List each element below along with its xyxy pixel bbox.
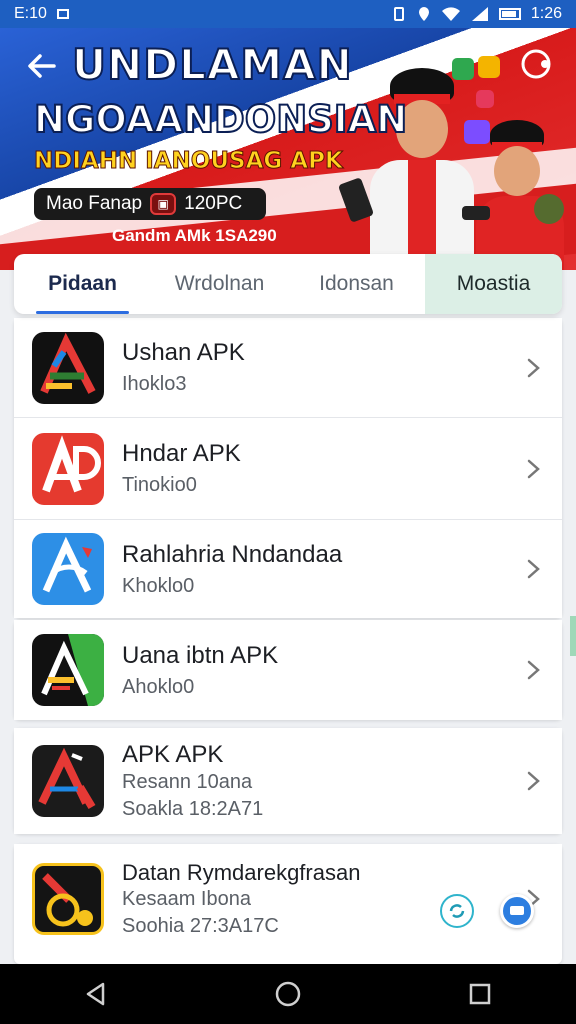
refresh-button[interactable]: [440, 894, 474, 928]
hero-subtitle: NDIAHN IANOUSAG APK: [34, 148, 344, 175]
app-icon: [32, 331, 104, 404]
pill-value: 120PC: [184, 193, 243, 214]
chevron-right-icon: [527, 559, 540, 579]
app-meta: Resann 10ana: [122, 771, 253, 793]
nav-back-icon[interactable]: [81, 979, 111, 1009]
wifi-icon: [441, 7, 460, 21]
app-group-card: Ushan APK Ihoklo3 Hndar APK Tinokio0 Rah…: [14, 318, 562, 618]
pill-badge-icon: ▣: [150, 193, 177, 215]
list-item[interactable]: Rahlahria Nndandaa Khoklo0: [14, 520, 562, 618]
app-card: Datan Rymdarekgfrasan Kesaam Ibona Soohi…: [14, 844, 562, 964]
sticker-icon: [534, 194, 564, 224]
sticker-icon: [478, 56, 500, 78]
notification-icon: [56, 9, 69, 19]
app-name: Hndar APK: [122, 440, 241, 467]
app-icon: [32, 863, 104, 935]
hero-info-pill: Mao Fanap ▣ 120PC: [34, 188, 266, 220]
scroll-indicator[interactable]: [570, 616, 576, 656]
share-icon: [521, 49, 551, 79]
app-name: Uana ibtn APK: [122, 641, 279, 669]
hero-footer-text: Gandm AMk 1SA290: [112, 226, 277, 245]
app-name: APK APK: [122, 741, 224, 768]
list-item[interactable]: Datan Rymdarekgfrasan Kesaam Ibona Soohi…: [14, 844, 562, 954]
chevron-right-icon: [527, 459, 540, 478]
app-icon: [32, 533, 104, 605]
tab-bar: Pidaan Wrdolnan Idonsan Moastia: [14, 254, 562, 314]
chevron-right-icon: [527, 771, 540, 791]
back-arrow-icon: [28, 54, 56, 78]
refresh-icon: [449, 904, 465, 918]
app-meta: Ahoklo0: [122, 675, 195, 698]
app-meta: Khoklo0: [122, 574, 195, 597]
nav-home-icon[interactable]: [273, 979, 303, 1009]
app-icon: [32, 634, 104, 706]
hero-title-line1: UNDLAMAN: [71, 39, 353, 90]
app-list: Ushan APK Ihoklo3 Hndar APK Tinokio0 Rah…: [0, 314, 576, 964]
signal-icon: [471, 7, 488, 21]
tab-wrdolnan[interactable]: Wrdolnan: [151, 254, 288, 314]
vibrate-icon: [393, 7, 404, 21]
hero-title-line2: NGOAANDONSIAN: [33, 97, 408, 142]
nav-recents-icon[interactable]: [465, 979, 495, 1009]
battery-icon: [498, 8, 521, 20]
app-name: Rahlahria Nndandaa: [122, 540, 343, 568]
share-button[interactable]: [518, 46, 554, 82]
tab-moastia[interactable]: Moastia: [425, 254, 562, 314]
app-icon: [32, 432, 104, 505]
list-item[interactable]: Hndar APK Tinokio0: [14, 418, 562, 520]
chevron-right-icon: [527, 660, 540, 680]
app-name: Ushan APK: [122, 339, 245, 366]
app-meta: Ihoklo3: [122, 373, 187, 395]
system-nav-bar: [0, 964, 576, 1024]
app-icon: [32, 745, 104, 817]
list-item[interactable]: Ushan APK Ihoklo3: [14, 318, 562, 418]
chat-button[interactable]: [500, 894, 534, 928]
chevron-right-icon: [527, 358, 540, 377]
app-card: APK APK Resann 10ana Soakla 18:2A71: [14, 728, 562, 834]
location-icon: [418, 7, 429, 21]
app-name: Datan Rymdarekgfrasan: [122, 860, 361, 885]
status-bar: E:10 1:26: [0, 0, 576, 28]
sticker-icon: [464, 120, 490, 144]
list-item[interactable]: APK APK Resann 10ana Soakla 18:2A71: [14, 728, 562, 834]
tab-pidaan[interactable]: Pidaan: [14, 254, 151, 314]
status-clock: 1:26: [530, 5, 562, 22]
chat-icon: [510, 906, 524, 915]
sticker-icon: [476, 90, 494, 108]
app-card: Uana ibtn APK Ahoklo0: [14, 620, 562, 720]
back-button[interactable]: [26, 50, 60, 84]
app-meta-secondary: Soakla 18:2A71: [122, 798, 264, 820]
tab-idonsan[interactable]: Idonsan: [288, 254, 425, 314]
hero-banner: UNDLAMAN NGOAANDONSIAN NDIAHN IANOUSAG A…: [0, 28, 576, 270]
list-item[interactable]: Uana ibtn APK Ahoklo0: [14, 620, 562, 720]
pill-label: Mao Fanap: [46, 193, 143, 214]
status-time: E:10: [14, 5, 47, 22]
sticker-icon: [452, 58, 474, 80]
app-meta: Tinokio0: [122, 474, 197, 496]
